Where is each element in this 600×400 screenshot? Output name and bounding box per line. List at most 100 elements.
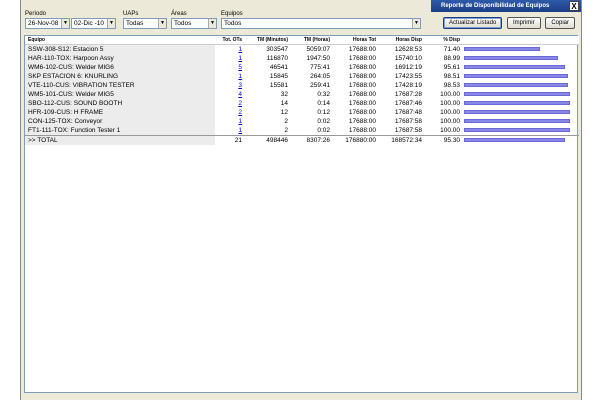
equipos-value: Todos bbox=[224, 20, 242, 27]
table-row[interactable]: WM6-102-CUS: Welder MIG6 5 46541 775:41 1768… bbox=[25, 62, 579, 72]
cell-horas-disp: 17687:28 bbox=[394, 90, 422, 98]
cell-horas-disp: 168572:34 bbox=[379, 134, 425, 145]
copiar-button[interactable]: Copiar bbox=[545, 17, 575, 29]
close-icon[interactable]: X bbox=[569, 1, 579, 11]
cell-equipo: WM5-101-CUS: Welder MIG5 bbox=[25, 89, 215, 99]
cell-pct-disp: 88.99 bbox=[443, 54, 460, 62]
cell-pct-disp: 100.00 bbox=[440, 108, 460, 116]
cell-tot-ots: 1 bbox=[215, 54, 245, 63]
cell-disp-bar bbox=[463, 81, 579, 90]
equipos-filter: Equipos Todos ▼ bbox=[221, 10, 422, 29]
ots-link[interactable]: 1 bbox=[238, 127, 242, 134]
periodo-to-select[interactable]: 02-Dic -10 ▼ bbox=[71, 18, 116, 29]
cell-tot-ots: 1 bbox=[215, 44, 245, 54]
cell-tm-horas: 0:14 bbox=[317, 99, 330, 107]
uaps-select[interactable]: Todas ▼ bbox=[123, 18, 167, 29]
col-header-horas-disp[interactable]: Horas Disp bbox=[379, 36, 425, 45]
ots-link[interactable]: 4 bbox=[238, 91, 242, 98]
table-row[interactable]: FT1-111-TOX: Function Tester 1 1 2 0:02 1768… bbox=[25, 125, 579, 136]
availability-bar bbox=[464, 46, 540, 51]
periodo-label: Período bbox=[25, 11, 47, 17]
cell-tot-ots: 5 bbox=[215, 63, 245, 72]
ots-link[interactable]: 5 bbox=[238, 64, 242, 71]
cell-horas-disp: 17687:58 bbox=[394, 126, 422, 134]
availability-bar bbox=[464, 109, 570, 114]
ots-link[interactable]: 2 bbox=[238, 109, 242, 116]
cell-disp-bar bbox=[463, 90, 579, 99]
cell-disp-bar bbox=[463, 134, 579, 145]
cell-equipo: SSW-308-S12: Estacion 5 bbox=[25, 44, 215, 54]
table-row[interactable]: HFR-109-CUS: H FRAME 2 12 0:12 17688:00 17687… bbox=[25, 107, 579, 117]
col-header-tm-minutos[interactable]: TM (Minutos) bbox=[245, 36, 291, 45]
cell-horas-tot: 17688:00 bbox=[348, 126, 376, 134]
cell-tm-horas: 5059:07 bbox=[306, 45, 331, 53]
table-row[interactable]: SBO-112-CUS: SOUND BOOTH 2 14 0:14 17688:00 1… bbox=[25, 98, 579, 108]
col-header-equipo[interactable]: Equipo bbox=[25, 36, 215, 45]
availability-bar bbox=[464, 91, 570, 96]
table-row[interactable]: HAR-110-TOX: Harpoon Assy 1 116870 1947:50 1… bbox=[25, 53, 579, 63]
col-header-bar bbox=[463, 36, 579, 45]
areas-value: Todos bbox=[174, 20, 192, 27]
ots-link[interactable]: 3 bbox=[238, 82, 242, 89]
periodo-from-value: 26-Nov-08 bbox=[28, 20, 59, 27]
dropdown-arrow-icon[interactable]: ▼ bbox=[107, 19, 115, 28]
cell-tot-ots: 4 bbox=[215, 90, 245, 99]
cell-tm-horas: 0:02 bbox=[317, 117, 330, 125]
table-row[interactable]: VTE-110-CUS: VIBRATION TESTER 3 15581 259:4… bbox=[25, 80, 579, 90]
window-title: Reporte de Disponibilidad de Equipos bbox=[441, 3, 550, 9]
cell-tm-horas: 1947:50 bbox=[306, 54, 331, 62]
actualizar-listado-button[interactable]: Actualizar Listado bbox=[442, 17, 503, 29]
cell-tot-ots: 2 bbox=[215, 99, 245, 108]
col-header-horas-tot[interactable]: Horas Tot bbox=[333, 36, 379, 45]
availability-bar bbox=[464, 82, 568, 87]
dropdown-arrow-icon[interactable]: ▼ bbox=[208, 19, 216, 28]
availability-bar bbox=[464, 55, 558, 60]
areas-select[interactable]: Todos ▼ bbox=[171, 18, 217, 29]
uaps-label: UAPs bbox=[123, 11, 139, 17]
cell-tm-minutos: 32 bbox=[280, 90, 288, 98]
ots-link[interactable]: 2 bbox=[238, 100, 242, 107]
equipos-select[interactable]: Todos ▼ bbox=[221, 18, 421, 29]
periodo-filter: Período 26-Nov-08 ▼ 02-Dic -10 ▼ bbox=[25, 10, 117, 29]
table-row[interactable]: SKP ESTACION 6: KNURLING 1 15845 264:05 1768… bbox=[25, 71, 579, 81]
cell-disp-bar bbox=[463, 44, 579, 54]
table-row[interactable]: WM5-101-CUS: Welder MIG5 4 32 0:32 17688:00 1… bbox=[25, 89, 579, 99]
periodo-from-select[interactable]: 26-Nov-08 ▼ bbox=[25, 18, 70, 29]
cell-equipo: SBO-112-CUS: SOUND BOOTH bbox=[25, 98, 215, 108]
availability-bar bbox=[464, 118, 570, 123]
cell-pct-disp: 98.51 bbox=[443, 72, 460, 80]
cell-tm-horas: 775:41 bbox=[310, 63, 330, 71]
dropdown-arrow-icon[interactable]: ▼ bbox=[412, 19, 420, 28]
col-header-tm-horas[interactable]: TM (Horas) bbox=[291, 36, 333, 45]
cell-tm-minutos: 498446 bbox=[245, 134, 291, 145]
report-grid[interactable]: Equipo Tot. OTs TM (Minutos) TM (Horas) … bbox=[24, 35, 579, 393]
cell-pct-disp: 100.00 bbox=[440, 126, 460, 134]
col-header-pct-disp[interactable]: % Disp bbox=[425, 36, 463, 45]
cell-tm-minutos: 2 bbox=[284, 117, 288, 125]
action-buttons: Actualizar Listado Imprimir Copiar bbox=[440, 17, 575, 30]
table-row[interactable]: SSW-308-S12: Estacion 5 1 303547 5059:07 176… bbox=[25, 44, 579, 54]
cell-disp-bar bbox=[463, 54, 579, 63]
cell-tm-horas: 0:02 bbox=[317, 126, 330, 134]
cell-horas-disp: 17687:48 bbox=[394, 108, 422, 116]
cell-horas-disp: 17687:58 bbox=[394, 117, 422, 125]
imprimir-button[interactable]: Imprimir bbox=[506, 17, 541, 29]
col-header-tot-ots[interactable]: Tot. OTs bbox=[215, 36, 245, 45]
dropdown-arrow-icon[interactable]: ▼ bbox=[61, 19, 69, 28]
cell-tot-ots: 1 bbox=[215, 126, 245, 136]
uaps-filter: UAPs Todas ▼ bbox=[123, 10, 168, 29]
cell-equipo: >> TOTAL bbox=[25, 134, 215, 145]
cell-tot-ots: 1 bbox=[215, 117, 245, 126]
table-row[interactable]: CON-125-TOX: Conveyor 1 2 0:02 17688:00 17687… bbox=[25, 116, 579, 126]
ots-link[interactable]: 1 bbox=[238, 46, 242, 53]
cell-equipo: VTE-110-CUS: VIBRATION TESTER bbox=[25, 80, 215, 90]
dropdown-arrow-icon[interactable]: ▼ bbox=[158, 19, 166, 28]
ots-link[interactable]: 1 bbox=[238, 55, 242, 62]
ots-link[interactable]: 1 bbox=[238, 118, 242, 125]
cell-tm-horas: 264:05 bbox=[310, 72, 330, 80]
periodo-to-value: 02-Dic -10 bbox=[74, 20, 104, 27]
table-total-row[interactable]: >> TOTAL 21 498446 8307:26 176880:00 168572:3… bbox=[25, 134, 579, 145]
cell-equipo: WM6-102-CUS: Welder MIG6 bbox=[25, 62, 215, 72]
cell-horas-disp: 15740:10 bbox=[394, 54, 422, 62]
ots-link[interactable]: 1 bbox=[238, 73, 242, 80]
